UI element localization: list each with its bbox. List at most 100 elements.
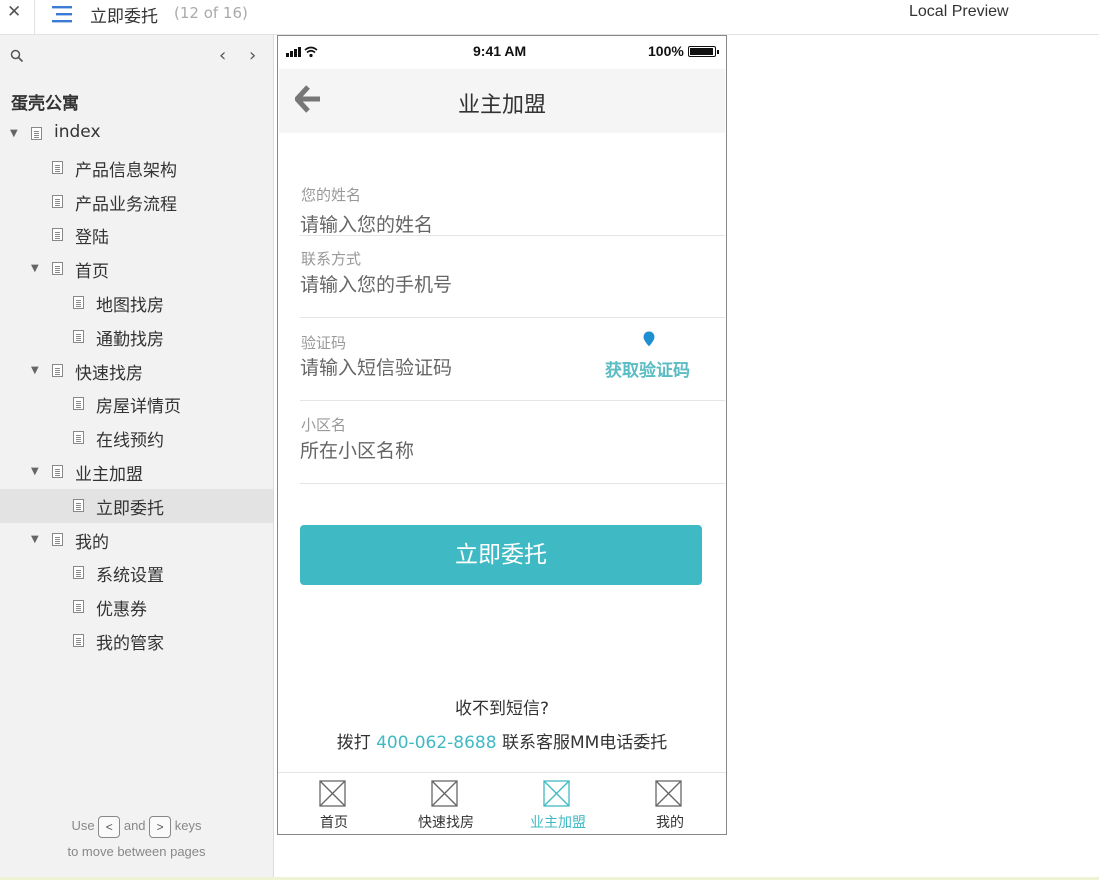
field-label: 验证码 [301, 334, 347, 352]
field-label: 联系方式 [301, 250, 362, 268]
page-icon [73, 633, 84, 647]
tree-item-label: 房屋详情页 [96, 397, 181, 418]
next-key-icon: > [149, 815, 172, 838]
tree-item-online-booking[interactable]: 在线预约 [0, 421, 273, 455]
image-placeholder-icon [431, 780, 458, 807]
code-input[interactable]: 请输入短信验证码 [300, 353, 452, 380]
signal-wifi-icon [286, 46, 318, 58]
battery-icon [688, 46, 719, 57]
tree-item-label: 系统设置 [96, 566, 164, 587]
hint-text: Use [71, 818, 95, 833]
image-placeholder-icon [655, 780, 682, 807]
next-page-button[interactable]: › [249, 45, 256, 66]
tab-owner-join[interactable]: 业主加盟 [502, 773, 614, 834]
page-tree: ▼ index 产品信息架构 产品业务流程 登陆 ▼ 首页 地图找房 通勤找房 [0, 117, 273, 658]
prev-key-icon: < [98, 815, 121, 838]
location-pin-icon [642, 330, 656, 348]
expand-arrow-icon[interactable]: ▼ [10, 128, 18, 139]
page-icon [73, 431, 84, 445]
call-suffix: 联系客服MM电话委托 [501, 733, 668, 753]
call-hotline-text: 拨打 400-062-8688 联系客服MM电话委托 [278, 728, 726, 753]
page-icon [52, 363, 63, 377]
tree-item-label: 我的管家 [96, 633, 164, 654]
tree-item-label: 地图找房 [96, 295, 164, 316]
no-sms-text: 收不到短信? [454, 699, 550, 719]
top-bar: ✕ 立即委托 (12 of 16) Local Preview [0, 0, 1099, 35]
image-placeholder-icon [543, 780, 570, 807]
tab-bar: 首页 快速找房 业主加盟 我的 [278, 772, 726, 834]
entrust-submit-button[interactable]: 立即委托 [300, 525, 702, 585]
phone-field[interactable]: 联系方式 请输入您的手机号 [300, 234, 725, 318]
page-icon [52, 262, 63, 276]
call-prefix: 拨打 [336, 733, 371, 753]
expand-arrow-icon[interactable]: ▼ [31, 466, 39, 477]
keyboard-hint: Use < and > keys to move between pages [0, 813, 273, 865]
tab-home[interactable]: 首页 [278, 773, 390, 834]
hint-text: keys [174, 818, 202, 833]
search-icon[interactable] [10, 49, 24, 63]
expand-arrow-icon[interactable]: ▼ [31, 365, 39, 376]
tree-item-my-butler[interactable]: 我的管家 [0, 624, 273, 658]
sitemap-menu-icon[interactable] [52, 4, 72, 24]
page-icon [52, 228, 63, 242]
tree-item-house-detail[interactable]: 房屋详情页 [0, 387, 273, 421]
community-field[interactable]: 小区名 所在小区名称 [300, 400, 725, 484]
tree-item-label: 优惠券 [96, 600, 147, 621]
page-title: 立即委托 [90, 7, 158, 27]
get-code-button[interactable]: 获取验证码 [605, 356, 690, 381]
tree-item-label: 立即委托 [96, 498, 164, 519]
phone-frame: 9:41 AM 100% 业主加盟 您的姓名 请输入您的姓名 联系方式 请输入您… [277, 35, 727, 835]
tree-item-settings[interactable]: 系统设置 [0, 556, 273, 590]
field-label: 小区名 [301, 416, 347, 434]
nav-bar: 业主加盟 [279, 69, 725, 133]
page-icon [73, 566, 84, 580]
tree-item-mine[interactable]: ▼ 我的 [0, 523, 273, 557]
tree-item-label: 我的 [75, 532, 109, 553]
tree-item-business-flow[interactable]: 产品业务流程 [0, 185, 273, 219]
name-input[interactable]: 请输入您的姓名 [300, 210, 433, 237]
status-time: 9:41 AM [473, 43, 527, 59]
sidebar: ‹ › 蛋壳公寓 ▼ index 产品信息架构 产品业务流程 登陆 ▼ 首页 地… [0, 35, 274, 880]
tree-item-owner-join[interactable]: ▼ 业主加盟 [0, 455, 273, 489]
tab-label: 我的 [656, 815, 684, 831]
tree-item-coupons[interactable]: 优惠券 [0, 590, 273, 624]
expand-arrow-icon[interactable]: ▼ [31, 263, 39, 274]
tree-item-home[interactable]: ▼ 首页 [0, 252, 273, 286]
tree-item-entrust-now[interactable]: 立即委托 [0, 488, 273, 523]
tree-item-login[interactable]: 登陆 [0, 218, 273, 252]
community-input[interactable]: 所在小区名称 [300, 436, 414, 463]
tree-item-map-search[interactable]: 地图找房 [0, 286, 273, 320]
field-label: 您的姓名 [301, 186, 362, 204]
tree-item-label: 登陆 [75, 228, 109, 249]
tab-label: 快速找房 [418, 815, 474, 831]
tree-item-label: 快速找房 [75, 363, 143, 384]
expand-arrow-icon[interactable]: ▼ [31, 534, 39, 545]
tab-quick-search[interactable]: 快速找房 [390, 773, 502, 834]
tab-mine[interactable]: 我的 [614, 773, 726, 834]
page-count: (12 of 16) [174, 4, 248, 22]
prev-page-button[interactable]: ‹ [219, 45, 226, 66]
name-field[interactable]: 您的姓名 请输入您的姓名 [300, 152, 725, 236]
page-icon [31, 127, 42, 140]
close-button[interactable]: ✕ [7, 2, 21, 22]
tree-item-index[interactable]: ▼ index [0, 117, 273, 151]
tree-item-info-architecture[interactable]: 产品信息架构 [0, 151, 273, 185]
page-icon [52, 160, 63, 174]
tree-item-commute-search[interactable]: 通勤找房 [0, 320, 273, 354]
page-icon [73, 397, 84, 411]
tree-item-quick-search[interactable]: ▼ 快速找房 [0, 354, 273, 388]
tree-item-label: 在线预约 [96, 431, 164, 452]
tab-label: 业主加盟 [530, 815, 586, 831]
hotline-number-link[interactable]: 400-062-8688 [376, 733, 496, 753]
page-icon [52, 194, 63, 208]
tab-label: 首页 [320, 815, 348, 831]
phone-input[interactable]: 请输入您的手机号 [300, 270, 452, 297]
tree-item-label: 业主加盟 [75, 464, 143, 485]
tree-item-label: 通勤找房 [96, 329, 164, 350]
nav-title: 业主加盟 [457, 93, 546, 118]
tree-item-label: index [54, 122, 101, 142]
divider [34, 0, 35, 35]
hint-text: to move between pages [67, 844, 206, 859]
tree-item-label: 产品信息架构 [75, 160, 177, 181]
page-icon [52, 532, 63, 546]
